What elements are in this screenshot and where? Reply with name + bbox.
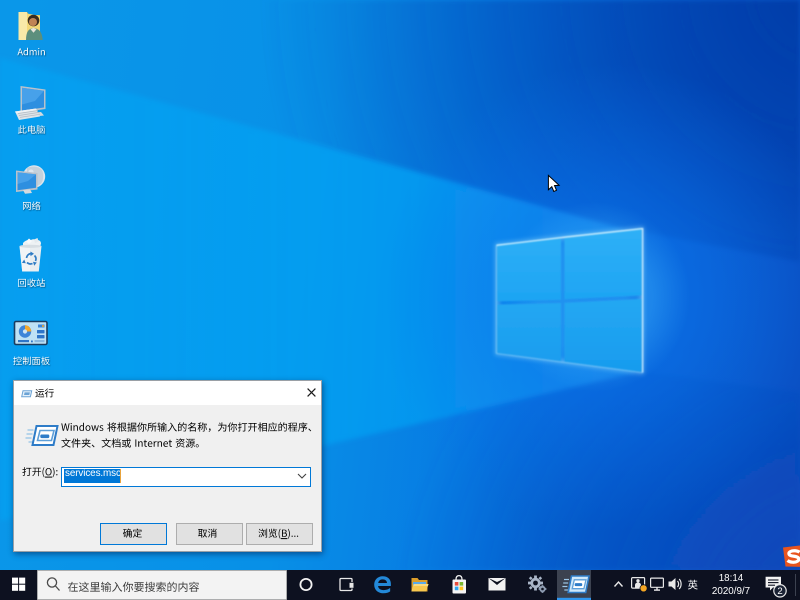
svg-text:2: 2 [777,586,782,597]
